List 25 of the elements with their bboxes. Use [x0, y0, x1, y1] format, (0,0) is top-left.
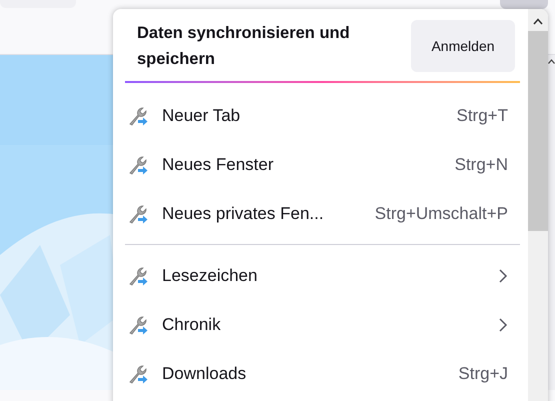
scroll-up-icon[interactable]	[533, 18, 543, 25]
sync-title: Daten synchronisieren und speichern	[137, 23, 351, 70]
shortcut-text: Strg+Umschalt+P	[374, 202, 508, 225]
chevron-right-icon	[498, 316, 508, 332]
wrench-arrow-icon	[127, 154, 149, 176]
menu-item[interactable]: Neues privates Fen... Strg+Umschalt+P	[125, 189, 520, 238]
menu-item[interactable]: Downloads Strg+J	[125, 349, 520, 398]
menu-scrollbar[interactable]	[528, 9, 548, 401]
chevron-right-icon	[498, 268, 508, 284]
wrench-arrow-icon	[127, 202, 149, 224]
scroll-thumb[interactable]	[528, 31, 548, 231]
toolbar-button[interactable]	[500, 0, 548, 9]
menu-item[interactable]: Neues Fenster Strg+N	[125, 140, 520, 189]
wrench-arrow-icon	[127, 314, 149, 336]
wrench-arrow-icon	[127, 104, 149, 126]
menu-item[interactable]: Chronik	[125, 300, 520, 349]
shortcut-text: Strg+N	[454, 154, 508, 176]
sign-in-button[interactable]: Anmelden	[411, 20, 515, 72]
menu-item[interactable]: Lesezeichen	[125, 251, 520, 300]
menu-item[interactable]: Neuer Tab Strg+T	[125, 91, 520, 140]
shortcut-text: Strg+J	[458, 362, 508, 385]
wrench-arrow-icon	[127, 362, 149, 384]
scroll-up-icon[interactable]	[548, 59, 554, 64]
shortcut-text: Strg+T	[456, 104, 508, 127]
wrench-arrow-icon	[127, 264, 149, 286]
